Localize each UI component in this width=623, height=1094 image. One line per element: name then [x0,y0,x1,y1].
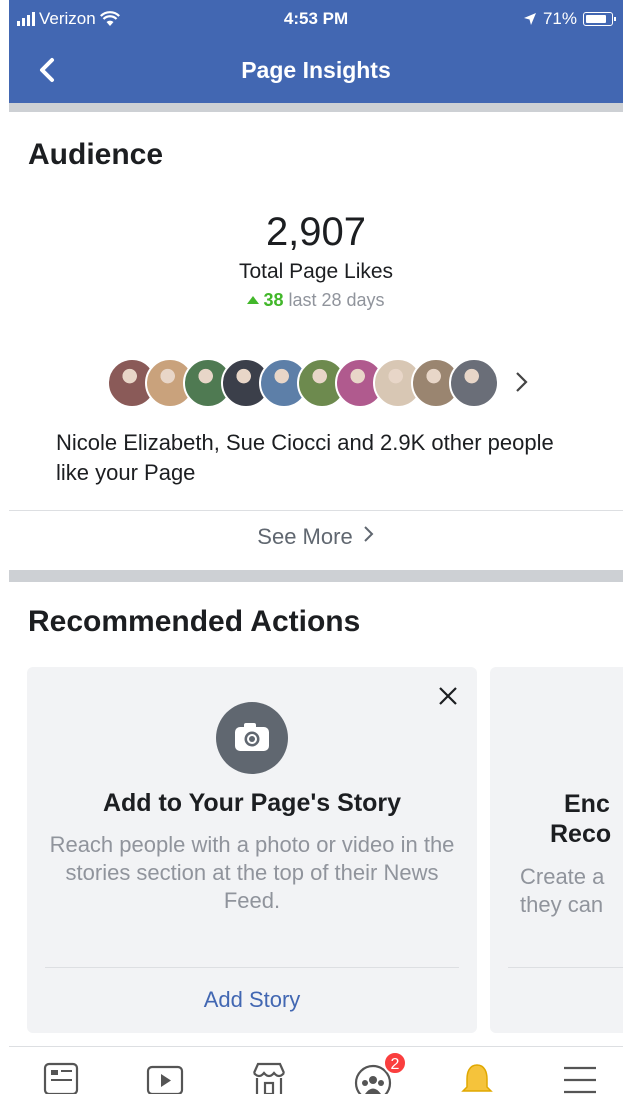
status-bar: Verizon 4:53 PM 71% [9,9,623,33]
up-arrow-icon [247,296,260,304]
add-story-button[interactable]: Add Story [27,987,477,1013]
top-bar: Verizon 4:53 PM 71% Page Insights [9,0,623,103]
news-feed-icon[interactable] [41,1061,81,1094]
audience-heading: Audience [28,138,164,171]
avatar[interactable] [449,358,499,408]
menu-icon[interactable] [560,1061,600,1094]
camera-icon [216,702,288,774]
recommended-card-story: Add to Your Page's Story Reach people wi… [27,667,477,1033]
card-title: Enc Reco [550,790,612,848]
card-description: Create a they can [520,864,605,917]
likes-trend: 38 last 28 days [9,290,623,311]
watch-icon[interactable] [145,1061,185,1094]
marketplace-icon[interactable] [249,1061,289,1094]
section-divider [9,570,623,582]
close-icon[interactable] [437,685,459,707]
recommended-heading: Recommended Actions [28,605,361,638]
groups-badge: 2 [383,1051,407,1075]
total-likes-label: Total Page Likes [238,260,394,283]
divider-line [9,510,623,511]
location-arrow-icon [523,13,536,25]
card-divider [508,967,623,968]
total-likes-count: 2,907 [265,210,367,254]
battery-icon [583,12,616,26]
groups-tab[interactable]: 2 [353,1051,413,1094]
section-divider [9,103,623,112]
see-more-label: See More [257,524,353,549]
likes-change-value: 38 [263,290,284,310]
chevron-right-icon [363,526,374,542]
card-title: Add to Your Page's Story [102,789,402,817]
battery-percent: 71% [542,9,577,28]
card-description: Reach people with a photo or video in th… [49,832,455,913]
recommended-card-next[interactable]: Enc Reco Create a they can [490,667,623,1033]
likers-summary: Nicole Elizabeth, Sue Ciocci and 2.9K ot… [56,430,554,485]
chevron-right-icon[interactable] [514,368,530,396]
nav-row: Page Insights [9,50,623,90]
tab-bar: 2 [9,1046,623,1094]
notifications-icon[interactable] [457,1061,497,1094]
page-title: Page Insights [241,57,391,83]
card-divider [45,967,459,968]
likes-change-period: last 28 days [288,290,385,310]
battery-info: 71% [523,9,616,29]
liker-avatars[interactable] [107,358,499,408]
see-more-button[interactable]: See More [9,524,623,560]
